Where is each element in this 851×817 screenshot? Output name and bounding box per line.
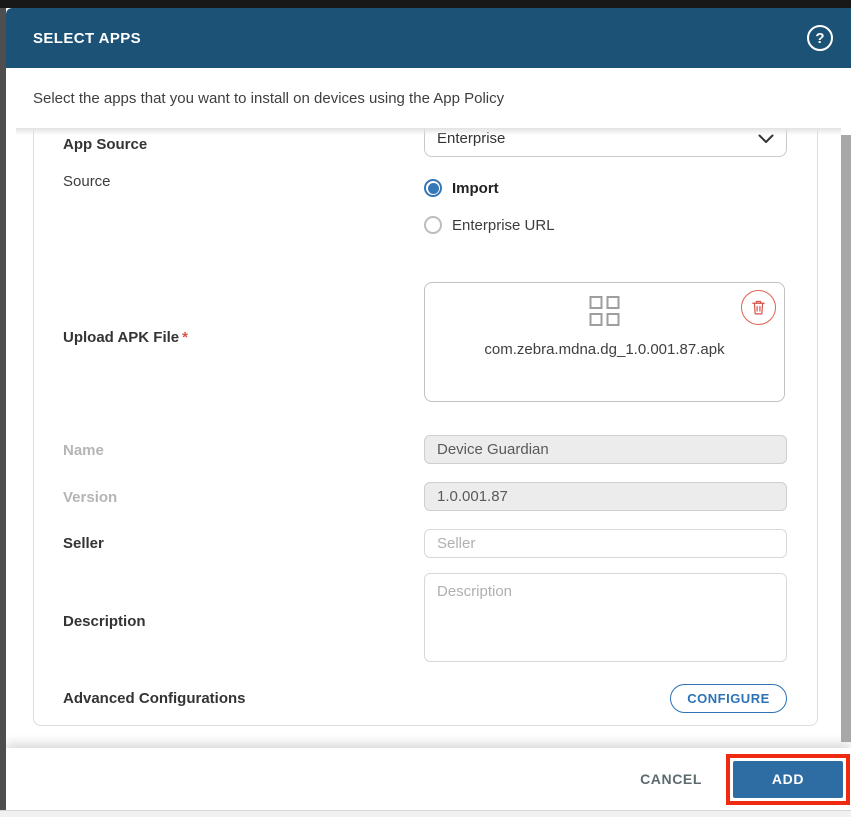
advanced-configurations-label: Advanced Configurations [63,690,246,707]
background-bottom-strip [0,810,851,817]
scroll-shadow [16,128,841,135]
modal-title: SELECT APPS [33,29,142,47]
subtitle-row: Select the apps that you want to install… [6,68,851,128]
app-grid-icon [589,296,620,327]
trash-icon [752,300,765,315]
required-asterisk: * [182,329,188,346]
upload-dropzone[interactable]: com.zebra.mdna.dg_1.0.001.87.apk [424,282,785,402]
upload-apk-label: Upload APK File * [63,329,188,346]
delete-file-button[interactable] [741,290,776,325]
highlight-annotation: ADD [726,753,850,805]
radio-selected-icon [424,179,442,197]
vertical-scrollbar[interactable] [841,135,851,742]
radio-unselected-icon [424,216,442,234]
app-source-label: App Source [63,136,148,153]
radio-option-import[interactable]: Import [424,179,499,197]
radio-option-label: Import [452,179,499,197]
seller-label: Seller [63,535,104,552]
name-label: Name [63,442,104,459]
version-field [424,482,787,511]
radio-option-enterprise-url[interactable]: Enterprise URL [424,216,555,234]
cancel-button[interactable]: CANCEL [640,771,702,787]
help-glyph: ? [815,29,825,47]
version-label: Version [63,489,118,506]
name-field [424,435,787,464]
modal-footer: CANCEL ADD [6,748,851,810]
modal-header: SELECT APPS ? [6,8,851,68]
description-field[interactable] [424,573,787,662]
background-top-bar [0,0,851,8]
chevron-down-icon [758,134,774,144]
radio-option-label: Enterprise URL [452,216,555,234]
form-card: App Source Enterprise Source Import Ente… [33,128,818,726]
select-apps-modal: SELECT APPS ? Select the apps that you w… [6,8,851,810]
uploaded-file-name: com.zebra.mdna.dg_1.0.001.87.apk [484,341,725,358]
configure-button[interactable]: CONFIGURE [670,684,787,713]
help-icon[interactable]: ? [807,25,833,51]
add-button[interactable]: ADD [733,760,843,798]
seller-field[interactable] [424,529,787,558]
description-label: Description [63,613,146,630]
form-scroll-area: App Source Enterprise Source Import Ente… [6,128,851,738]
modal-subtitle: Select the apps that you want to install… [33,89,505,107]
source-label: Source [63,173,111,190]
select-apps-dialog-page: SELECT APPS ? Select the apps that you w… [0,0,851,817]
upload-apk-label-text: Upload APK File [63,329,180,346]
